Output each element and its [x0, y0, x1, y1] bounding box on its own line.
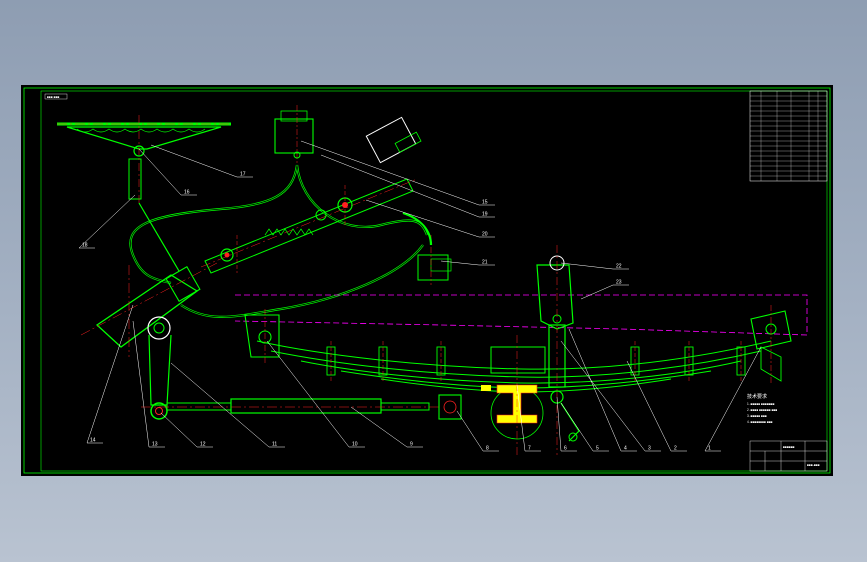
- part-label-23: 23: [616, 280, 622, 286]
- leader-line-3: [560, 340, 646, 452]
- part-label-7: 7: [528, 446, 531, 452]
- leader-line-23: [580, 284, 614, 300]
- part-label-5: 5: [596, 446, 599, 452]
- leader-line-11: [170, 362, 270, 448]
- leader-lines: [78, 140, 762, 452]
- leader-line-16: [138, 148, 182, 196]
- parts-list-table: [749, 90, 828, 182]
- part-label-6: 6: [564, 446, 567, 452]
- shock-absorber-bracket: [536, 245, 580, 455]
- part-label-16: 16: [184, 190, 190, 196]
- part-label-18: 18: [82, 243, 88, 249]
- pump-housing: [365, 116, 422, 164]
- steering-gearbox: [80, 202, 218, 357]
- drawing-stamp: ■■■ ■■■: [47, 95, 60, 99]
- rear-spring-hanger: [750, 305, 792, 385]
- leader-line-20: [365, 199, 480, 238]
- part-label-8: 8: [486, 446, 489, 452]
- power-cylinder: [200, 178, 418, 274]
- leader-line-15: [300, 140, 480, 206]
- part-label-14: 14: [90, 438, 96, 444]
- axle-beam-section: [481, 335, 546, 455]
- part-label-1: 1: [708, 446, 711, 452]
- part-label-3: 3: [648, 446, 651, 452]
- leaf-spring: [256, 340, 772, 393]
- title-block-code: ■■■-■■■: [807, 463, 820, 467]
- cad-drawing-canvas[interactable]: ■■■ ■■■ 16 17 15 18 19 20 21 14 13 12 11…: [21, 85, 833, 476]
- technical-notes: 技术要求 1. ■■■■■ ■■■■■■■ 2. ■■■■ ■■■■■■ ■■■…: [747, 393, 777, 424]
- leader-line-18: [78, 194, 136, 249]
- title-block-name: ■■■■■■: [783, 445, 795, 449]
- part-label-15: 15: [482, 200, 488, 206]
- part-label-2: 2: [674, 446, 677, 452]
- pitman-arm: [147, 316, 172, 420]
- part-label-9: 9: [410, 442, 413, 448]
- power-steering-reservoir: [274, 105, 314, 167]
- leader-line-10: [266, 340, 350, 448]
- part-label-12: 12: [200, 442, 206, 448]
- leader-line-14: [86, 304, 134, 444]
- part-label-22: 22: [616, 264, 622, 270]
- steering-wheel: [57, 115, 231, 205]
- valve-block: [417, 235, 452, 285]
- leader-line-12: [160, 412, 198, 448]
- leader-line-6: [556, 396, 562, 452]
- leader-line-5: [560, 402, 594, 452]
- note-1: 1. ■■■■■ ■■■■■■■: [747, 402, 775, 406]
- note-2: 2. ■■■■ ■■■■■■ ■■■: [747, 408, 777, 412]
- note-4: 4. ■■■■■■■■ ■■■: [747, 420, 773, 424]
- notes-title: 技术要求: [747, 393, 767, 400]
- leader-line-13: [132, 320, 150, 448]
- leader-line-17: [150, 144, 238, 178]
- part-label-20: 20: [482, 232, 488, 238]
- drag-link: [141, 394, 462, 420]
- front-spring-hanger: [244, 309, 280, 363]
- leader-line-21: [440, 260, 480, 266]
- part-label-10: 10: [352, 442, 358, 448]
- part-label-17: 17: [240, 172, 246, 178]
- part-label-11: 11: [272, 442, 277, 448]
- part-label-13: 13: [152, 442, 158, 448]
- leader-line-8: [456, 410, 484, 452]
- part-label-21: 21: [482, 260, 488, 266]
- steering-suspension-assembly-drawing: ■■■ ■■■ 161715181920211413 12 11 10 98 7…: [23, 87, 831, 474]
- part-label-4: 4: [624, 446, 627, 452]
- note-3: 3. ■■■■■ ■■■: [747, 414, 767, 418]
- part-label-19: 19: [482, 212, 488, 218]
